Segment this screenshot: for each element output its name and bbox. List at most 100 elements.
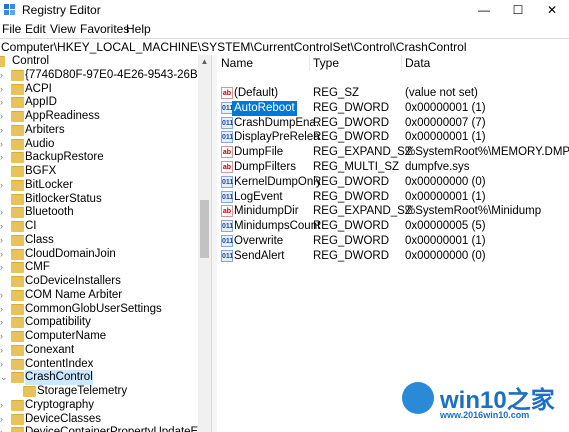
value-name: MinidumpsCount xyxy=(234,220,320,233)
value-row[interactable]: 011 AutoReboot REG_DWORD 0x00000001 (1) xyxy=(217,100,569,116)
expanded-chevron-icon[interactable]: ⌄ xyxy=(0,370,8,385)
folder-icon xyxy=(23,386,36,397)
value-row[interactable]: ab DumpFile REG_EXPAND_SZ %SystemRoot%\MEMO… xyxy=(217,145,569,160)
menu-file[interactable]: File xyxy=(2,22,21,36)
binary-value-icon: 011 xyxy=(221,190,233,203)
column-header-name[interactable]: Name xyxy=(221,55,310,71)
folder-icon xyxy=(11,111,24,122)
value-row[interactable]: 011 Overwrite REG_DWORD 0x00000001 (1) xyxy=(217,234,569,249)
value-name: Overwrite xyxy=(234,235,284,247)
value-type: REG_DWORD xyxy=(313,175,390,188)
maximize-button[interactable]: ☐ xyxy=(501,0,535,21)
column-header-type[interactable]: Type xyxy=(313,55,402,71)
registry-editor-icon xyxy=(4,4,15,15)
collapsed-chevron-icon[interactable]: › xyxy=(0,343,6,358)
tree-item-label: ACPI xyxy=(25,82,52,95)
value-data: 0x00000001 (1) xyxy=(405,131,486,144)
folder-icon xyxy=(11,83,24,95)
value-row[interactable]: ab MinidumpDir REG_EXPAND_SZ %SystemRoot%\M… xyxy=(217,204,569,219)
collapsed-chevron-icon[interactable]: › xyxy=(0,315,6,330)
value-type: REG_DWORD xyxy=(313,249,390,262)
collapsed-chevron-icon[interactable]: › xyxy=(0,178,6,193)
collapsed-chevron-icon[interactable]: › xyxy=(0,95,6,110)
collapsed-chevron-icon[interactable]: › xyxy=(0,109,6,124)
value-row[interactable]: ab DumpFilters REG_MULTI_SZ dumpfve.sys xyxy=(217,160,569,175)
address-bar[interactable]: Computer\HKEY_LOCAL_MACHINE\SYSTEM\Curre… xyxy=(0,38,569,56)
value-row[interactable]: 011 MinidumpsCount REG_DWORD 0x00000005 (5) xyxy=(217,219,569,234)
value-data: 0x00000001 (1) xyxy=(405,190,486,203)
collapsed-chevron-icon[interactable]: › xyxy=(0,233,6,248)
value-name: KernelDumpOnly xyxy=(234,175,320,188)
folder-icon xyxy=(11,262,24,274)
binary-value-icon: 011 xyxy=(221,220,233,233)
folder-icon xyxy=(11,193,24,205)
folder-icon xyxy=(11,276,24,287)
tree-scrollbar[interactable]: ▲ xyxy=(198,55,211,432)
value-data: (value not set) xyxy=(405,87,478,99)
collapsed-chevron-icon[interactable]: › xyxy=(0,150,6,165)
collapsed-chevron-icon[interactable]: › xyxy=(0,412,6,427)
tree-item-label: CMF xyxy=(25,261,50,274)
tree-item-label: Audio xyxy=(25,137,55,150)
column-header-data[interactable]: Data xyxy=(405,55,565,71)
value-row[interactable]: 011 KernelDumpOnly REG_DWORD 0x00000000 (0) xyxy=(217,175,569,190)
value-data: %SystemRoot%\Minidump xyxy=(405,205,542,218)
folder-icon xyxy=(11,138,24,150)
collapsed-chevron-icon[interactable]: › xyxy=(0,288,6,303)
collapsed-chevron-icon[interactable]: › xyxy=(0,205,6,220)
folder-icon xyxy=(11,69,24,81)
collapsed-chevron-icon[interactable]: › xyxy=(0,398,6,413)
tree-item-label: BitLocker xyxy=(25,178,73,191)
value-type: REG_DWORD xyxy=(313,220,390,233)
value-name: DumpFilters xyxy=(234,161,296,173)
binary-value-icon: 011 xyxy=(221,131,233,144)
folder-icon xyxy=(11,179,24,191)
tree-item-label: BackupRestore xyxy=(25,151,104,164)
value-row[interactable]: ab (Default) REG_SZ (value not set) xyxy=(217,86,569,101)
value-data: %SystemRoot%\MEMORY.DMP xyxy=(405,146,569,159)
value-name: CrashDumpEna... xyxy=(234,116,320,129)
menu-edit[interactable]: Edit xyxy=(25,22,46,36)
collapsed-chevron-icon[interactable]: › xyxy=(0,68,6,83)
menu-help[interactable]: Help xyxy=(126,22,151,36)
collapsed-chevron-icon[interactable]: › xyxy=(0,357,6,372)
folder-icon xyxy=(11,317,24,329)
value-data: 0x00000001 (1) xyxy=(405,101,486,114)
menu-favorites[interactable]: Favorites xyxy=(80,22,129,36)
tree-item-label: BGFX xyxy=(25,165,57,177)
collapsed-chevron-icon[interactable]: › xyxy=(0,137,6,152)
folder-icon xyxy=(0,56,5,67)
tree-item-label: StorageTelemetry xyxy=(37,385,128,397)
value-row[interactable]: 011 DisplayPreRelea... REG_DWORD 0x00000001… xyxy=(217,130,569,145)
collapsed-chevron-icon[interactable]: › xyxy=(0,82,6,97)
collapsed-chevron-icon[interactable]: › xyxy=(0,247,6,262)
folder-icon xyxy=(11,358,24,370)
value-row[interactable]: 011 SendAlert REG_DWORD 0x00000000 (0) xyxy=(217,249,569,264)
close-button[interactable]: ✕ xyxy=(535,0,569,21)
tree-item-label: COM Name Arbiter xyxy=(25,288,123,301)
address-path: Computer\HKEY_LOCAL_MACHINE\SYSTEM\Curre… xyxy=(1,40,467,54)
tree-item-label: Compatibility xyxy=(25,316,91,329)
scroll-up-arrow-icon[interactable]: ▲ xyxy=(198,55,211,68)
tree-item-label: AppReadiness xyxy=(25,110,100,122)
collapsed-chevron-icon[interactable]: › xyxy=(0,260,6,275)
value-name: SendAlert xyxy=(234,249,285,262)
tree-item-label: Conexant xyxy=(25,343,75,356)
tree-item-label: DeviceContainerPropertyUpdateEvents xyxy=(25,425,211,432)
scrollbar-thumb[interactable] xyxy=(200,200,209,258)
binary-value-icon: 011 xyxy=(221,175,233,188)
minimize-button[interactable]: — xyxy=(467,0,501,21)
values-list: Name Type Data ab (Default) REG_SZ (value n… xyxy=(217,55,569,432)
string-value-icon: ab xyxy=(221,205,233,218)
folder-icon xyxy=(11,124,24,136)
collapsed-chevron-icon[interactable]: › xyxy=(0,425,6,432)
collapsed-chevron-icon[interactable]: › xyxy=(0,123,6,138)
collapsed-chevron-icon[interactable]: › xyxy=(0,219,6,234)
menu-view[interactable]: View xyxy=(50,22,76,36)
value-data: 0x00000005 (5) xyxy=(405,220,486,233)
collapsed-chevron-icon[interactable]: › xyxy=(0,302,6,317)
value-row[interactable]: 011 CrashDumpEna... REG_DWORD 0x00000007 (7… xyxy=(217,116,569,131)
collapsed-chevron-icon[interactable]: › xyxy=(0,329,6,344)
folder-icon xyxy=(11,207,24,219)
value-row[interactable]: 011 LogEvent REG_DWORD 0x00000001 (1) xyxy=(217,190,569,205)
